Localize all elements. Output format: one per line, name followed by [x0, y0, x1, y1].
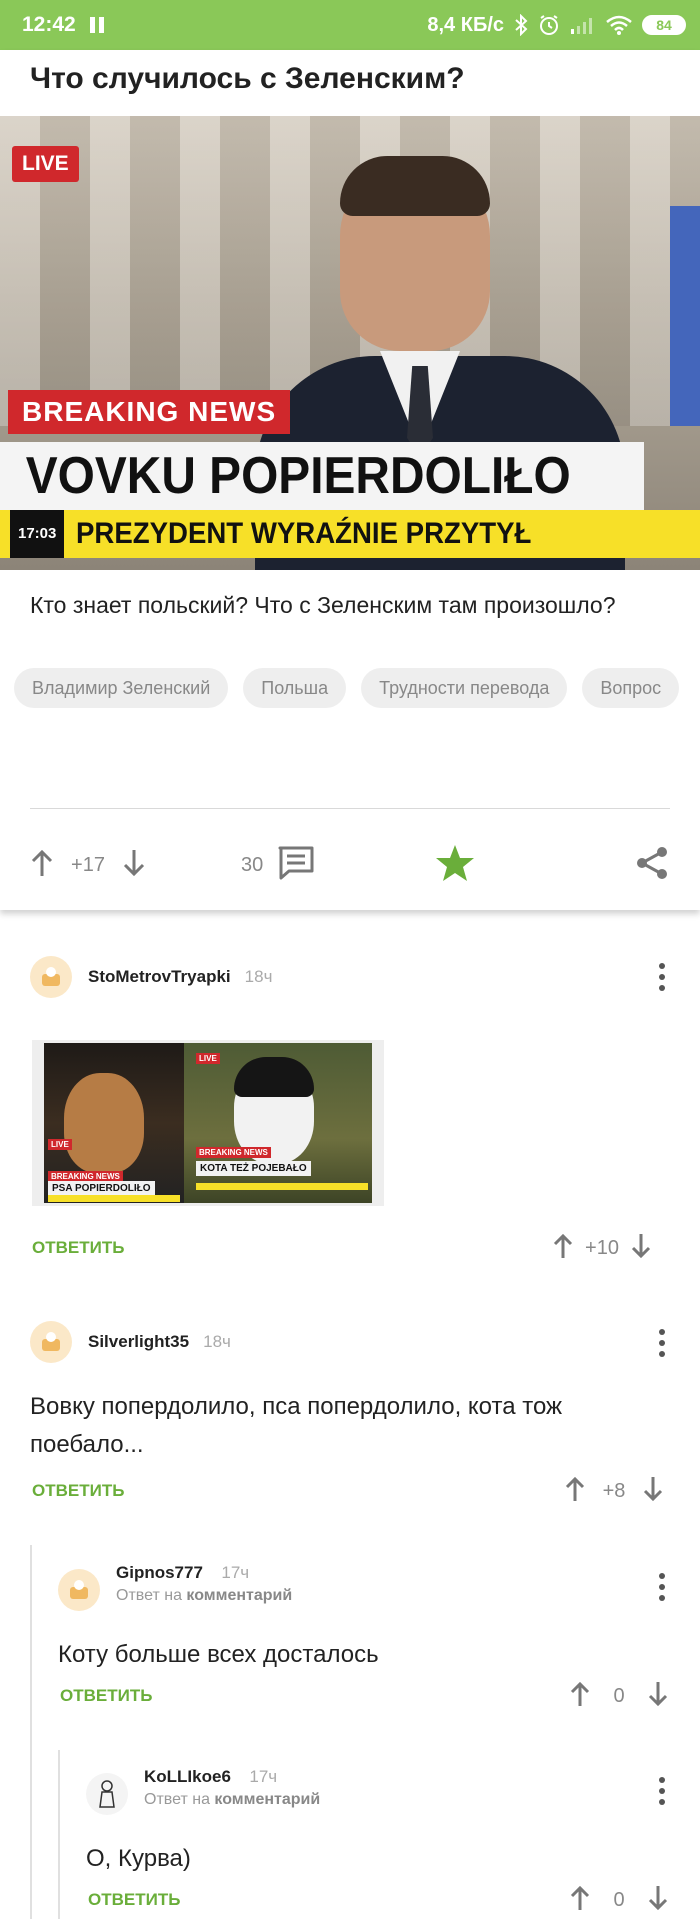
divider: [30, 808, 670, 809]
comment-icon: [277, 845, 315, 886]
comment-text: Вовку попердолило, пса попердолило, кота…: [30, 1393, 563, 1458]
comment-header: Gipnos777 17ч Ответ на комментарий: [58, 1562, 670, 1611]
comment-rating-value: +10: [585, 1237, 619, 1259]
avatar[interactable]: [58, 1569, 100, 1611]
downvote-icon[interactable]: [647, 1680, 669, 1713]
comment-rating-value: +8: [602, 1480, 626, 1502]
reply-button[interactable]: ОТВЕТИТЬ: [60, 1686, 152, 1706]
reply-to-prefix: Ответ на: [116, 1587, 182, 1604]
reply-button[interactable]: ОТВЕТИТЬ: [32, 1238, 124, 1258]
upvote-icon[interactable]: [552, 1232, 574, 1265]
flag: [670, 206, 700, 426]
news-clock: 17:03: [10, 510, 65, 558]
signal-icon: [570, 15, 596, 35]
reply-button[interactable]: ОТВЕТИТЬ: [32, 1481, 124, 1501]
battery-icon: 84: [642, 15, 686, 35]
news-subline: PREZYDENT WYRAŹNIE PRZYTYŁ: [76, 517, 532, 550]
comment-rating: 0: [569, 1680, 669, 1713]
comment-rating: +10: [552, 1232, 652, 1265]
avatar[interactable]: [30, 1321, 72, 1363]
post-title[interactable]: Что случилось с Зеленским?: [30, 62, 465, 96]
more-options-icon[interactable]: [658, 1573, 666, 1601]
comment-time: 18ч: [203, 1332, 231, 1351]
downvote-icon[interactable]: [647, 1884, 669, 1917]
comment-header: Silverlight35 18ч: [30, 1320, 670, 1364]
comment-text: О, Курва): [86, 1845, 191, 1872]
comment-time: 18ч: [244, 967, 273, 986]
cat-picture: LIVE BREAKING NEWS KOTA TEŻ POJEBAŁO: [184, 1043, 372, 1203]
wifi-icon: [606, 15, 632, 35]
post-rating-value: +17: [71, 853, 105, 876]
comment-time: 17ч: [249, 1767, 278, 1786]
downvote-icon[interactable]: [630, 1232, 652, 1265]
comment: StoMetrovTryapki 18ч: [30, 955, 670, 999]
bluetooth-icon: [514, 14, 528, 36]
comment-author[interactable]: Gipnos777: [116, 1563, 203, 1582]
status-right: 8,4 КБ/с 84: [427, 14, 686, 37]
comment-rating: 0: [569, 1884, 669, 1917]
avatar[interactable]: [86, 1773, 128, 1815]
dog-picture: LIVE BREAKING NEWS PSA POPIERDOLIŁO: [44, 1043, 184, 1203]
alarm-icon: [538, 14, 560, 36]
comment-author[interactable]: StoMetrovTryapki: [88, 967, 231, 987]
status-bar: 12:42 8,4 КБ/с 84: [0, 0, 700, 50]
reply-to-link[interactable]: комментарий: [214, 1791, 320, 1808]
tag-list: Владимир Зеленский Польша Трудности пере…: [14, 668, 684, 708]
reply-button[interactable]: ОТВЕТИТЬ: [88, 1890, 180, 1910]
comments-count: 30: [241, 853, 264, 876]
reply-to-meta: Ответ на комментарий: [116, 1587, 292, 1605]
net-speed: 8,4 КБ/с: [427, 13, 504, 36]
avatar[interactable]: [30, 956, 72, 998]
more-options-icon[interactable]: [658, 963, 666, 991]
status-time: 12:42: [22, 13, 76, 36]
comment-header: KoLLIkoe6 17ч Ответ на комментарий: [86, 1766, 670, 1815]
share-icon[interactable]: [634, 845, 670, 886]
tag[interactable]: Трудности перевода: [361, 668, 568, 708]
comment-rating-value: 0: [613, 1889, 625, 1911]
comment: Silverlight35 18ч Вовку попердолило, пса…: [30, 1320, 670, 1464]
upvote-icon[interactable]: [30, 848, 54, 883]
favorite-star-icon[interactable]: [435, 844, 475, 887]
comments-button[interactable]: 30: [241, 845, 315, 886]
post-actions: +17 30: [30, 840, 670, 890]
post-text: Кто знает польский? Что с Зеленским там …: [30, 592, 616, 618]
reply-to-meta: Ответ на комментарий: [144, 1791, 320, 1809]
downvote-icon[interactable]: [122, 848, 146, 883]
news-subline-bar: 17:03 PREZYDENT WYRAŹNIE PRZYTYŁ: [0, 510, 700, 558]
comment-header: StoMetrovTryapki 18ч: [30, 955, 670, 999]
thread-line: [30, 1545, 32, 1919]
more-options-icon[interactable]: [658, 1329, 666, 1357]
comment-text: Коту больше всех досталось: [58, 1641, 379, 1668]
comment-rating-value: 0: [613, 1685, 625, 1707]
comment-time: 17ч: [221, 1563, 250, 1582]
upvote-icon[interactable]: [569, 1680, 591, 1713]
tag[interactable]: Вопрос: [582, 668, 680, 708]
upvote-icon[interactable]: [564, 1475, 586, 1508]
comment-image[interactable]: LIVE BREAKING NEWS PSA POPIERDOLIŁO LIVE…: [32, 1040, 384, 1206]
upvote-icon[interactable]: [569, 1884, 591, 1917]
thread-line: [58, 1750, 60, 1919]
comment-reply: Gipnos777 17ч Ответ на комментарий Коту …: [58, 1562, 670, 1674]
reply-to-prefix: Ответ на: [144, 1791, 210, 1808]
live-badge: LIVE: [12, 146, 79, 182]
tag[interactable]: Владимир Зеленский: [14, 668, 229, 708]
reply-to-link[interactable]: комментарий: [186, 1587, 292, 1604]
downvote-icon[interactable]: [642, 1475, 664, 1508]
comment-reply: KoLLIkoe6 17ч Ответ на комментарий О, Ку…: [86, 1766, 670, 1878]
breaking-news-label: BREAKING NEWS: [8, 390, 291, 434]
tag[interactable]: Польша: [243, 668, 347, 708]
comment-author[interactable]: KoLLIkoe6: [144, 1767, 231, 1786]
news-headline: VOVKU POPIERDOLIŁO: [0, 442, 644, 510]
pause-icon: [89, 17, 104, 33]
post-rating: +17: [30, 848, 146, 883]
more-options-icon[interactable]: [658, 1777, 666, 1805]
post-image[interactable]: LIVE BREAKING NEWS VOVKU POPIERDOLIŁO 17…: [0, 116, 700, 570]
post-card: Что случилось с Зеленским? LIVE BREAKING…: [0, 50, 700, 910]
comment-rating: +8: [564, 1475, 664, 1508]
comment-author[interactable]: Silverlight35: [88, 1332, 189, 1352]
